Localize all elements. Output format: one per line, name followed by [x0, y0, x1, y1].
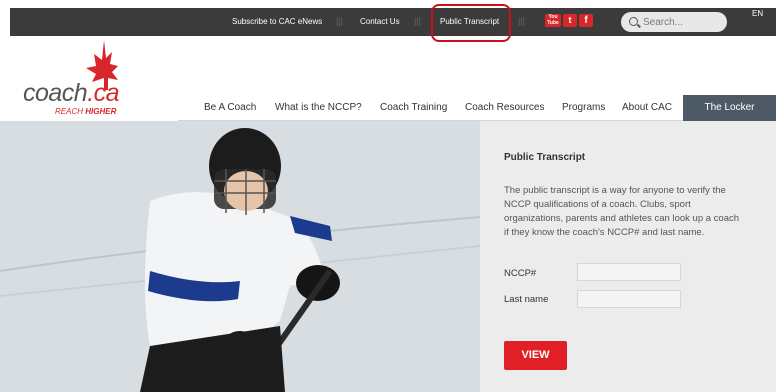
- separator: |||: [518, 16, 526, 26]
- search-input[interactable]: Search...: [621, 12, 727, 32]
- hockey-player-image: [0, 121, 481, 392]
- subscribe-link[interactable]: Subscribe to CAC eNews: [232, 17, 322, 26]
- search-icon: [629, 17, 638, 26]
- nav-about-cac[interactable]: About CAC: [622, 102, 672, 113]
- panel-title: Public Transcript: [504, 152, 586, 163]
- panel-description: The public transcript is a way for anyon…: [504, 185, 740, 238]
- facebook-icon[interactable]: f: [579, 14, 593, 27]
- lastname-input[interactable]: [577, 290, 681, 308]
- view-button[interactable]: VIEW: [504, 341, 567, 370]
- lastname-label: Last name: [504, 294, 549, 305]
- nav-coach-training[interactable]: Coach Training: [380, 102, 447, 113]
- twitter-icon[interactable]: t: [563, 14, 577, 27]
- separator: |||: [414, 16, 422, 26]
- logo[interactable]: coach.ca: [23, 79, 120, 108]
- nav-be-a-coach[interactable]: Be A Coach: [204, 102, 256, 113]
- nav-the-locker[interactable]: The Locker: [683, 95, 776, 121]
- nav-programs[interactable]: Programs: [562, 102, 605, 113]
- nccp-input[interactable]: [577, 263, 681, 281]
- separator: |||: [336, 16, 344, 26]
- language-toggle[interactable]: EN: [752, 9, 763, 18]
- logo-tagline: REACH HIGHER: [55, 107, 117, 116]
- nav-what-is-nccp[interactable]: What is the NCCP?: [275, 102, 362, 113]
- contact-link[interactable]: Contact Us: [360, 17, 400, 26]
- nav-coach-resources[interactable]: Coach Resources: [465, 102, 544, 113]
- search-placeholder: Search...: [643, 17, 684, 28]
- youtube-icon[interactable]: You Tube: [545, 14, 561, 27]
- nccp-label: NCCP#: [504, 268, 537, 279]
- highlight-box: [431, 4, 511, 42]
